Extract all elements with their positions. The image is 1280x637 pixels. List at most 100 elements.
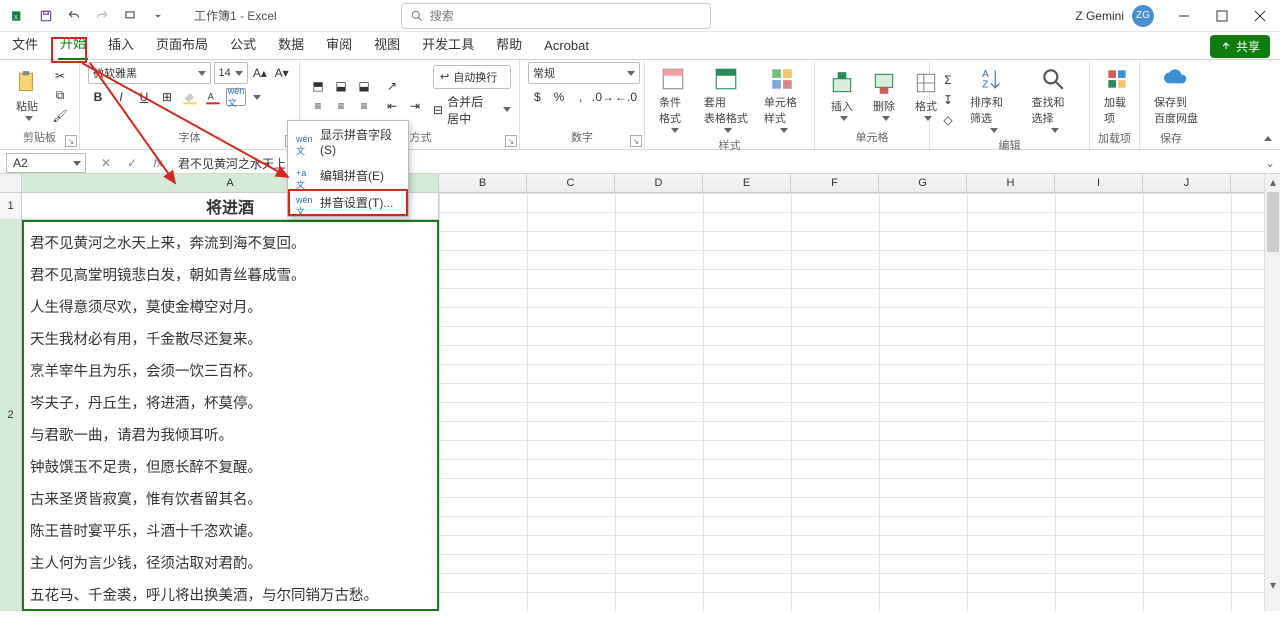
wrap-text-button[interactable]: ↩ 自动换行 bbox=[433, 65, 511, 89]
percent-format-icon[interactable]: % bbox=[550, 88, 569, 106]
pinyin-dropdown-icon[interactable] bbox=[253, 95, 261, 100]
tab-developer[interactable]: 开发工具 bbox=[420, 30, 476, 59]
pinyin-button[interactable]: wén文 bbox=[226, 88, 246, 106]
conditional-format-button[interactable]: 条件格式 bbox=[653, 62, 694, 137]
vertical-scrollbar[interactable]: ▴ ▾ bbox=[1264, 174, 1280, 611]
increase-decimal-icon[interactable]: .0→ bbox=[593, 88, 613, 106]
tab-home[interactable]: 开始 bbox=[58, 29, 88, 60]
find-select-button[interactable]: 查找和选择 bbox=[1026, 62, 1082, 137]
number-launcher-icon[interactable]: ↘ bbox=[630, 135, 642, 147]
paste-button[interactable]: 粘贴 bbox=[8, 66, 46, 125]
collapse-ribbon-icon[interactable] bbox=[1260, 131, 1276, 147]
autosum-icon[interactable]: Σ bbox=[938, 71, 958, 89]
align-center-icon[interactable]: ≡ bbox=[331, 97, 351, 115]
scroll-thumb[interactable] bbox=[1267, 192, 1279, 252]
comma-format-icon[interactable]: , bbox=[571, 88, 590, 106]
cell-styles-button[interactable]: 单元格样式 bbox=[758, 62, 806, 137]
align-right-icon[interactable]: ≡ bbox=[354, 97, 374, 115]
tab-view[interactable]: 视图 bbox=[372, 30, 402, 59]
format-as-table-button[interactable]: 套用 表格格式 bbox=[698, 62, 754, 137]
minimize-icon[interactable] bbox=[1170, 2, 1198, 30]
clipboard-launcher-icon[interactable]: ↘ bbox=[65, 135, 77, 147]
column-header-F[interactable]: F bbox=[791, 174, 879, 192]
pinyin-show-field[interactable]: wén文 显示拼音字段(S) bbox=[288, 121, 408, 162]
decrease-font-icon[interactable]: A▾ bbox=[272, 64, 291, 82]
orientation-icon[interactable]: ↗ bbox=[382, 77, 402, 95]
select-all-corner[interactable] bbox=[0, 174, 22, 192]
tab-file[interactable]: 文件 bbox=[10, 30, 40, 59]
pinyin-settings-icon: wén文 bbox=[296, 195, 312, 211]
share-button[interactable]: 共享 bbox=[1210, 35, 1270, 58]
undo-icon[interactable] bbox=[62, 4, 86, 28]
maximize-icon[interactable] bbox=[1208, 2, 1236, 30]
font-name-combo[interactable]: 微软雅黑 bbox=[88, 62, 211, 84]
redo-icon[interactable] bbox=[90, 4, 114, 28]
tab-page-layout[interactable]: 页面布局 bbox=[154, 30, 210, 59]
cells-area[interactable]: 将进酒 君不见黄河之水天上来，奔流到海不复回。 君不见高堂明镜悲白发，朝如青丝暮… bbox=[22, 193, 1280, 611]
qat-overflow-icon[interactable] bbox=[146, 4, 170, 28]
underline-icon[interactable]: U bbox=[134, 88, 154, 106]
delete-cells-button[interactable]: 删除 bbox=[865, 66, 903, 125]
row-header-1[interactable]: 1 bbox=[0, 193, 21, 220]
fx-icon[interactable]: fx bbox=[148, 154, 168, 172]
save-baidu-button[interactable]: 保存到 百度网盘 bbox=[1148, 62, 1204, 130]
pinyin-settings[interactable]: wén文 拼音设置(T)... bbox=[288, 189, 408, 216]
number-format-combo[interactable]: 常规 bbox=[528, 62, 640, 84]
clear-icon[interactable]: ◇ bbox=[938, 111, 958, 129]
align-top-icon[interactable]: ⬒ bbox=[308, 77, 328, 95]
expand-formula-bar-icon[interactable]: ⌄ bbox=[1260, 156, 1280, 170]
row-header-2[interactable]: 2 bbox=[0, 220, 21, 611]
scroll-down-icon[interactable]: ▾ bbox=[1265, 577, 1280, 593]
scroll-up-icon[interactable]: ▴ bbox=[1265, 174, 1280, 190]
addin-button[interactable]: 加载项 bbox=[1098, 62, 1136, 130]
fill-color-icon[interactable] bbox=[180, 88, 200, 106]
column-header-G[interactable]: G bbox=[879, 174, 967, 192]
format-painter-icon[interactable]: 🖌 bbox=[50, 107, 70, 125]
cancel-formula-icon[interactable]: ✕ bbox=[96, 154, 116, 172]
tab-help[interactable]: 帮助 bbox=[494, 30, 524, 59]
border-icon[interactable]: ⊞ bbox=[157, 88, 177, 106]
column-header-E[interactable]: E bbox=[703, 174, 791, 192]
decrease-indent-icon[interactable]: ⇤ bbox=[382, 97, 402, 115]
accounting-format-icon[interactable]: $ bbox=[528, 88, 547, 106]
tab-insert[interactable]: 插入 bbox=[106, 30, 136, 59]
qat-customize-icon[interactable] bbox=[118, 4, 142, 28]
font-color-icon[interactable]: A bbox=[203, 88, 223, 106]
confirm-formula-icon[interactable]: ✓ bbox=[122, 154, 142, 172]
tab-review[interactable]: 审阅 bbox=[324, 30, 354, 59]
sort-filter-button[interactable]: AZ 排序和筛选 bbox=[964, 62, 1020, 137]
name-box[interactable]: A2 bbox=[6, 153, 86, 173]
decrease-decimal-icon[interactable]: ←.0 bbox=[616, 88, 636, 106]
copy-icon[interactable]: ⧉ bbox=[50, 87, 70, 105]
column-header-I[interactable]: I bbox=[1055, 174, 1143, 192]
column-header-H[interactable]: H bbox=[967, 174, 1055, 192]
save-icon[interactable] bbox=[34, 4, 58, 28]
pinyin-edit[interactable]: +a文 编辑拼音(E) bbox=[288, 162, 408, 189]
tab-acrobat[interactable]: Acrobat bbox=[542, 34, 591, 59]
close-icon[interactable] bbox=[1246, 2, 1274, 30]
fill-icon[interactable]: ↧ bbox=[938, 91, 958, 109]
align-bottom-icon[interactable]: ⬓ bbox=[354, 77, 374, 95]
bold-icon[interactable]: B bbox=[88, 88, 108, 106]
alignment-launcher-icon[interactable]: ↘ bbox=[505, 135, 517, 147]
column-header-J[interactable]: J bbox=[1143, 174, 1231, 192]
column-header-D[interactable]: D bbox=[615, 174, 703, 192]
cell-a2[interactable]: 君不见黄河之水天上来，奔流到海不复回。 君不见高堂明镜悲白发，朝如青丝暮成雪。 … bbox=[22, 220, 439, 611]
search-box[interactable]: 搜索 bbox=[401, 3, 711, 29]
increase-font-icon[interactable]: A▴ bbox=[251, 64, 270, 82]
increase-indent-icon[interactable]: ⇥ bbox=[405, 97, 425, 115]
italic-icon[interactable]: I bbox=[111, 88, 131, 106]
tab-data[interactable]: 数据 bbox=[276, 30, 306, 59]
user-account[interactable]: Z Gemini ZG bbox=[1075, 5, 1154, 27]
align-middle-icon[interactable]: ⬓ bbox=[331, 77, 351, 95]
align-left-icon[interactable]: ≡ bbox=[308, 97, 328, 115]
column-header-C[interactable]: C bbox=[527, 174, 615, 192]
pinyin-dropdown-menu: wén文 显示拼音字段(S) +a文 编辑拼音(E) wén文 拼音设置(T).… bbox=[287, 120, 409, 217]
tab-formulas[interactable]: 公式 bbox=[228, 30, 258, 59]
insert-cells-icon bbox=[829, 70, 855, 96]
column-header-B[interactable]: B bbox=[439, 174, 527, 192]
font-size-combo[interactable]: 14 bbox=[214, 62, 248, 84]
insert-cells-button[interactable]: 插入 bbox=[823, 66, 861, 125]
merge-center-button[interactable]: ⊟ 合并后居中 bbox=[433, 93, 511, 127]
cut-icon[interactable]: ✂ bbox=[50, 67, 70, 85]
